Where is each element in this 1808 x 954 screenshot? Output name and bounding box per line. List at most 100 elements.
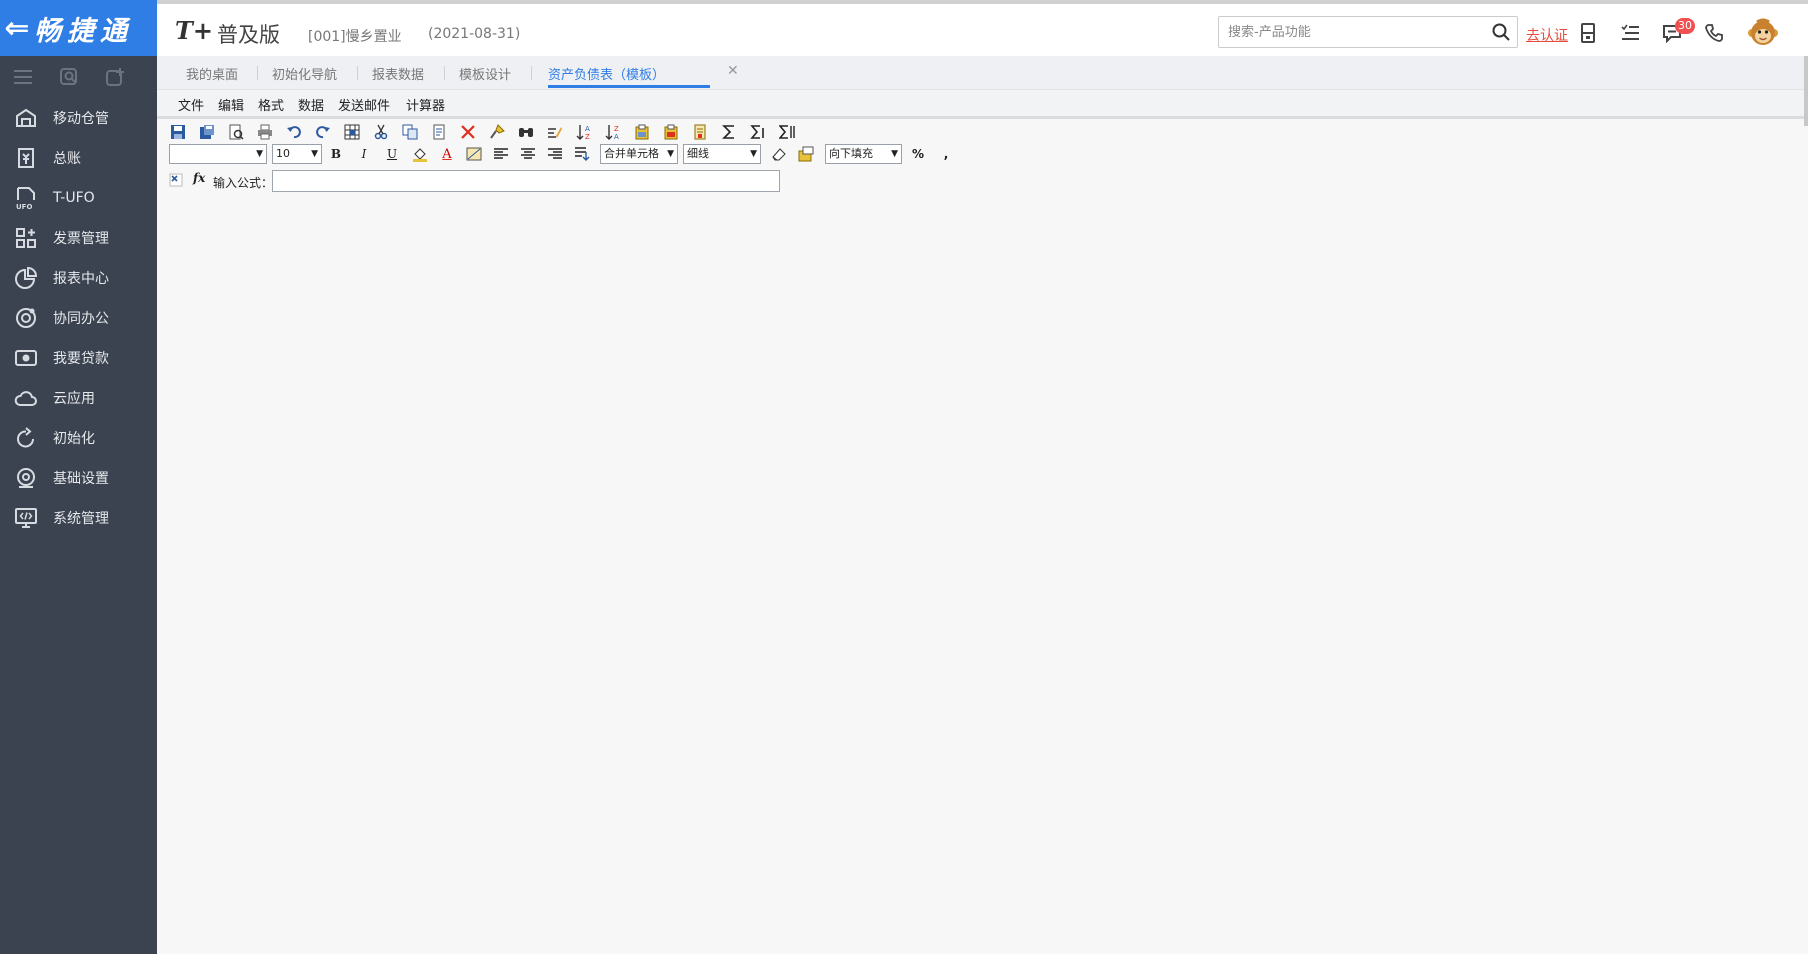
menu-data[interactable]: 数据 <box>298 95 324 114</box>
font-name-select[interactable]: ▼ <box>169 144 267 164</box>
insert-column-icon[interactable] <box>662 123 680 141</box>
border-icon[interactable] <box>465 145 483 163</box>
row-sum-icon[interactable] <box>749 123 767 141</box>
sidebar-item-system-management[interactable]: 系统管理 <box>0 498 157 538</box>
sidebar-item-label: 初始化 <box>53 431 95 447</box>
eraser-icon[interactable] <box>770 145 788 163</box>
notification-badge: 30 <box>1675 18 1695 34</box>
search-input[interactable] <box>1219 17 1479 47</box>
font-color-button[interactable]: A <box>438 145 456 163</box>
format-painter-icon[interactable] <box>488 123 506 141</box>
fill-color-icon[interactable] <box>411 145 429 163</box>
sidebar-item-label: 基础设置 <box>53 471 109 487</box>
search-icon[interactable] <box>1491 22 1511 42</box>
sidebar-item-label: T-UFO <box>53 190 95 206</box>
align-right-icon[interactable] <box>546 145 564 163</box>
tab-balance-sheet-template[interactable]: 资产负债表（模板） <box>548 64 710 88</box>
window-scrollbar[interactable] <box>1804 56 1808 126</box>
sidebar-item-general-ledger[interactable]: 总账 <box>0 138 157 178</box>
sidebar-item-label: 云应用 <box>53 391 95 407</box>
align-center-icon[interactable] <box>519 145 537 163</box>
calculator-icon[interactable] <box>1577 22 1599 44</box>
tab-template-design[interactable]: 模板设计 <box>459 64 511 88</box>
cancel-formula-icon[interactable] <box>169 173 183 187</box>
add-shortcut-icon[interactable] <box>104 66 126 88</box>
search-menu-icon[interactable] <box>58 66 80 88</box>
tab-divider <box>444 66 445 80</box>
company-name[interactable]: [001]慢乡置业 <box>308 26 402 46</box>
tab-report-data[interactable]: 报表数据 <box>372 64 424 88</box>
save-icon[interactable] <box>169 123 187 141</box>
task-list-icon[interactable] <box>1619 22 1641 44</box>
print-preview-icon[interactable] <box>227 123 245 141</box>
function-icon[interactable]: fx <box>193 171 205 185</box>
sidebar-item-basic-settings[interactable]: 基础设置 <box>0 458 157 498</box>
cell-grid-icon[interactable] <box>343 123 361 141</box>
save-as-icon[interactable] <box>198 123 216 141</box>
fill-down-value: 向下填充 <box>829 147 873 160</box>
font-size-select[interactable]: 10 ▼ <box>272 144 322 164</box>
fill-data-icon[interactable] <box>797 145 815 163</box>
print-icon[interactable] <box>256 123 274 141</box>
menu-calculator[interactable]: 计算器 <box>406 95 445 114</box>
product-brand: T+ <box>175 16 213 45</box>
sidebar-item-t-ufo[interactable]: UFO T-UFO <box>0 178 157 218</box>
sort-ascending-icon[interactable]: AZ <box>575 123 593 141</box>
copy-icon[interactable] <box>401 123 419 141</box>
merge-cells-select[interactable]: 合并单元格 ▼ <box>600 144 678 164</box>
sidebar-item-label: 报表中心 <box>53 271 109 287</box>
cloud-icon <box>12 385 39 412</box>
menu-icon[interactable] <box>12 66 34 88</box>
sidebar-item-collaboration[interactable]: 协同办公 <box>0 298 157 338</box>
undo-icon[interactable] <box>285 123 303 141</box>
sidebar-item-loan[interactable]: 我要贷款 <box>0 338 157 378</box>
delete-icon[interactable] <box>459 123 477 141</box>
user-avatar[interactable] <box>1747 18 1779 50</box>
money-icon <box>12 345 39 372</box>
collaboration-icon <box>12 305 39 332</box>
sidebar-item-report-center[interactable]: 报表中心 <box>0 258 157 298</box>
back-arrow-icon: ⇐ <box>4 10 30 46</box>
close-tab-icon[interactable]: ✕ <box>727 63 739 79</box>
menu-send-mail[interactable]: 发送邮件 <box>338 95 390 114</box>
logo-text: 畅捷通 <box>34 15 133 47</box>
sidebar-item-initialize[interactable]: 初始化 <box>0 418 157 458</box>
logo-home-button[interactable]: ⇐ 畅捷通 <box>0 0 157 56</box>
menu-format[interactable]: 格式 <box>258 95 284 114</box>
wrap-text-icon[interactable] <box>573 145 591 163</box>
menu-edit[interactable]: 编辑 <box>218 95 244 114</box>
align-left-icon[interactable] <box>492 145 510 163</box>
sidebar-item-cloud-apps[interactable]: 云应用 <box>0 378 157 418</box>
phone-icon[interactable] <box>1703 22 1725 44</box>
underline-button[interactable]: U <box>383 145 401 163</box>
merge-cells-value: 合并单元格 <box>604 147 659 160</box>
tab-my-desktop[interactable]: 我的桌面 <box>186 64 238 88</box>
italic-button[interactable]: I <box>355 145 373 163</box>
percent-button[interactable]: % <box>909 145 927 163</box>
find-icon[interactable] <box>517 123 535 141</box>
dropdown-arrow-icon: ▼ <box>256 149 263 159</box>
insert-row-icon[interactable] <box>633 123 651 141</box>
redo-icon[interactable] <box>314 123 332 141</box>
formula-input[interactable] <box>272 170 780 192</box>
bold-button[interactable]: B <box>327 145 345 163</box>
sidebar-item-label: 系统管理 <box>53 511 109 527</box>
document-icon[interactable] <box>691 123 709 141</box>
paste-special-icon[interactable] <box>430 123 448 141</box>
border-style-select[interactable]: 细线 ▼ <box>683 144 761 164</box>
column-sum-icon[interactable] <box>778 123 796 141</box>
menu-file[interactable]: 文件 <box>178 95 204 114</box>
dropdown-arrow-icon: ▼ <box>311 149 318 159</box>
ufo-file-icon: UFO <box>12 185 39 212</box>
sort-descending-icon[interactable]: ZA <box>604 123 622 141</box>
certify-link[interactable]: 去认证 <box>1526 25 1568 45</box>
tab-init-nav[interactable]: 初始化导航 <box>272 64 337 88</box>
thousands-separator-button[interactable]: , <box>937 145 955 163</box>
sidebar-item-mobile-warehouse[interactable]: 移动仓管 <box>0 98 157 138</box>
sum-icon[interactable] <box>720 123 738 141</box>
tab-divider <box>531 66 532 80</box>
fill-down-select[interactable]: 向下填充 ▼ <box>825 144 902 164</box>
sidebar-item-invoice[interactable]: 发票管理 <box>0 218 157 258</box>
replace-icon[interactable] <box>546 123 564 141</box>
cut-icon[interactable] <box>372 123 390 141</box>
